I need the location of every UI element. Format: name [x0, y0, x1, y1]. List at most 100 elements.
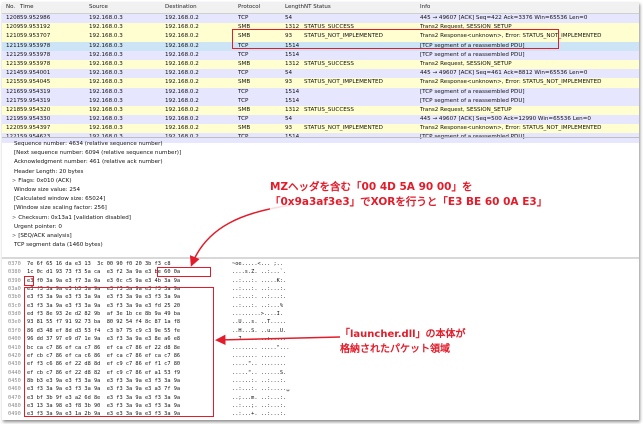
packet-cell-dst: 192.168.0.2 [165, 51, 199, 58]
detail-text: TCP segment data (1460 bytes) [14, 242, 103, 249]
packet-cell-src: 192.168.0.3 [89, 24, 123, 31]
packet-row[interactable]: 1217 59.954319 192.168.0.3 192.168.0.2 TCP 15… [2, 96, 639, 106]
hex-offset: 03b0 [8, 294, 21, 301]
packet-row[interactable]: 1213 59.953978 192.168.0.3 192.168.0.2 SMB 13… [2, 59, 639, 70]
column-header[interactable]: No. [6, 4, 15, 10]
packet-cell-src: 192.168.0.3 [89, 15, 123, 21]
column-header[interactable]: Length [285, 4, 304, 10]
packet-cell-len: 93 [285, 79, 293, 86]
packet-cell-src: 192.168.0.3 [89, 42, 123, 49]
packet-cell-time: 59.954319 [20, 88, 51, 95]
packet-cell-time: 59.953978 [20, 60, 51, 67]
packet-cell-no: 1212 [6, 51, 21, 58]
packet-cell-no: 1218 [6, 106, 21, 113]
packet-row[interactable]: 1218 59.954320 192.168.0.3 192.168.0.2 SMB 13… [2, 105, 639, 116]
packet-cell-dst: 192.168.0.2 [165, 88, 199, 95]
packet-cell-nt: STATUS_NOT_IMPLEMENTED [304, 33, 383, 40]
detail-line[interactable]: [Next sequence number: 6094 (relative se… [12, 150, 181, 156]
packet-cell-info: Trans2 Response<unknown>, Error: STATUS_… [420, 125, 602, 132]
packet-row[interactable]: 1220 59.954397 192.168.0.3 192.168.0.2 SMB 93… [2, 124, 639, 134]
expand-chevron-icon[interactable]: > [12, 233, 16, 239]
hex-offset: 0430 [8, 361, 21, 368]
packet-cell-proto: TCP [238, 15, 249, 21]
highlight-box-dll-region [24, 287, 214, 417]
packet-list[interactable]: 1208 59.952986 192.168.0.3 192.168.0.2 TCP 54… [2, 14, 639, 143]
packet-cell-len: 54 [285, 70, 293, 77]
hex-offset: 03c0 [8, 302, 21, 309]
hex-ascii: ......:. ..:...:. [232, 377, 287, 384]
packet-row[interactable]: 1211 59.953978 192.168.0.3 192.168.0.2 TCP 15… [2, 41, 639, 51]
packet-list-header: No. Time Source Destination Protocol Length NT… [2, 2, 639, 14]
detail-line[interactable]: Urgent pointer: 0 [12, 224, 62, 230]
hex-offset: 0460 [8, 386, 21, 393]
detail-line[interactable]: [Window size scaling factor: 256] [12, 205, 107, 211]
hex-offset: 0490 [8, 411, 21, 418]
pane-splitter[interactable] [2, 257, 639, 259]
hex-ascii: ..7..... ..:..... [232, 336, 287, 343]
hex-ascii: ........ ....."... [232, 344, 290, 351]
detail-text: [Next sequence number: 6094 (relative se… [14, 150, 182, 157]
packet-cell-time: 59.954397 [20, 125, 51, 132]
packet-cell-proto: SMB [238, 33, 251, 40]
detail-line[interactable]: [Calculated window size: 65024] [12, 196, 105, 202]
detail-line[interactable]: > [SEQ/ACK analysis] [12, 233, 72, 239]
column-header[interactable]: Time [20, 4, 33, 10]
packet-cell-time: 59.954045 [20, 79, 51, 86]
hex-ascii: .....".. ......S. [232, 369, 287, 376]
packet-cell-dst: 192.168.0.2 [165, 24, 199, 31]
packet-cell-info: Trans2 Request, SESSION_SETUP [420, 106, 512, 113]
detail-line[interactable]: Window size value: 254 [12, 187, 80, 193]
hex-ascii: ..U...s. ..T..... [232, 319, 287, 326]
detail-text: Flags: 0x010 (ACK) [18, 177, 72, 184]
packet-cell-proto: SMB [238, 125, 251, 132]
detail-line[interactable]: Header Length: 20 bytes [12, 169, 83, 175]
packet-row[interactable]: 1219 59.954330 192.168.0.3 192.168.0.2 TCP 54… [2, 115, 639, 125]
hex-ascii: ~oe.....<... ;.. [232, 261, 284, 267]
packet-row[interactable]: 1209 59.953192 192.168.0.3 192.168.0.2 SMB 13… [2, 23, 639, 33]
packet-cell-nt: STATUS_NOT_IMPLEMENTED [304, 79, 383, 86]
packet-row[interactable]: 1214 59.954001 192.168.0.3 192.168.0.2 TCP 54… [2, 69, 639, 79]
column-header[interactable]: Info [420, 4, 430, 10]
column-header[interactable]: Destination [165, 4, 197, 10]
column-header[interactable]: Protocol [238, 4, 260, 10]
wireshark-window: No. Time Source Destination Protocol Length NT… [2, 2, 639, 420]
packet-cell-proto: TCP [238, 51, 249, 58]
detail-line[interactable]: TCP segment data (1460 bytes) [12, 242, 103, 248]
detail-line[interactable]: > Checksum: 0x13a1 [validation disabled] [12, 215, 131, 221]
expand-chevron-icon[interactable]: > [12, 215, 16, 221]
hex-ascii: .........>....I. [232, 311, 284, 318]
packet-cell-dst: 192.168.0.2 [165, 42, 199, 49]
packet-row[interactable]: 1215 59.954045 192.168.0.3 192.168.0.2 SMB 93… [2, 78, 639, 88]
annotation-dll-line1: 「launcher.dll」の本体が [340, 329, 466, 340]
packet-cell-src: 192.168.0.3 [89, 116, 123, 123]
packet-row[interactable]: 1212 59.953978 192.168.0.3 192.168.0.2 TCP 15… [2, 50, 639, 60]
hex-ascii: ..:...:. ..:...:. [232, 286, 287, 293]
packet-cell-proto: TCP [238, 97, 249, 104]
expand-chevron-icon[interactable]: > [12, 178, 16, 184]
detail-line[interactable]: Sequence number: 4634 (relative sequence… [12, 141, 163, 147]
hex-bytes: e3 f0 3a 9a e3 f7 3a 9a e3 0c c5 9a e3 4… [27, 277, 181, 284]
hex-offset: 0370 [8, 261, 21, 267]
hex-offset: 03d0 [8, 311, 21, 318]
packet-row[interactable]: 1216 59.954319 192.168.0.3 192.168.0.2 TCP 15… [2, 87, 639, 97]
detail-line[interactable]: Acknowledgment number: 461 (relative ack… [12, 159, 163, 165]
detail-line[interactable]: > Flags: 0x010 (ACK) [12, 178, 72, 184]
annotation-dll-line2: 格納されたパケット領域 [340, 344, 450, 355]
hex-offset: 0450 [8, 377, 21, 384]
packet-cell-src: 192.168.0.3 [89, 106, 123, 113]
hex-ascii: .....".. ........ [232, 361, 287, 368]
packet-cell-nt: STATUS_SUCCESS [304, 106, 354, 113]
packet-row[interactable]: 1210 59.953707 192.168.0.3 192.168.0.2 SMB 93… [2, 32, 639, 42]
column-header[interactable]: NT Status [304, 4, 331, 10]
packet-cell-src: 192.168.0.3 [89, 51, 123, 58]
packet-cell-proto: TCP [238, 116, 249, 123]
highlight-box-xor-bytes [157, 267, 211, 277]
annotation-xor-line2: 「0x9a3af3e3」でXORを行うと「E3 BE 60 0A E3」 [270, 196, 548, 208]
column-header[interactable]: Source [89, 4, 108, 10]
detail-text: Urgent pointer: 0 [14, 223, 62, 230]
packet-row[interactable]: 1208 59.952986 192.168.0.3 192.168.0.2 TCP 54… [2, 14, 639, 24]
packet-cell-info: 445 → 49607 [ACK] Seq=461 Ack=8812 Win=6… [420, 70, 588, 77]
packet-cell-len: 1312 [285, 60, 300, 67]
hex-bytes: 7e 6f 65 16 da e3 13 3c 00 90 f0 20 3b f… [27, 261, 171, 267]
hex-ascii: ..;...m. ..:...:. [232, 394, 287, 401]
